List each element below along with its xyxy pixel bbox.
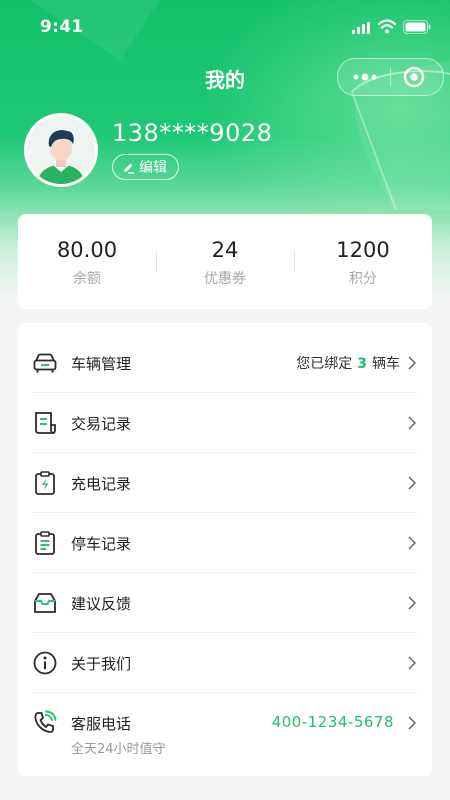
- menu-item-feedback[interactable]: 建议反馈: [18, 573, 432, 633]
- chevron-right-icon: [408, 356, 416, 370]
- menu-item-vehicles[interactable]: 车辆管理 您已绑定 3 辆车: [18, 333, 432, 393]
- stat-value: 1200: [336, 238, 390, 262]
- mini-program-capsule: [337, 58, 444, 96]
- chevron-right-icon: [408, 416, 416, 430]
- stats-card: 80.00 余额 24 优惠券 1200 积分: [18, 214, 432, 309]
- info-icon: [33, 651, 57, 675]
- stat-label: 积分: [349, 271, 377, 287]
- stat-coupons[interactable]: 24 优惠券: [156, 214, 294, 309]
- edit-profile-button[interactable]: 编辑: [112, 154, 179, 180]
- menu-card: 车辆管理 您已绑定 3 辆车 交易记录 充电记录 停车记录 建议反馈 关于我们 …: [18, 323, 432, 776]
- chevron-right-icon: [408, 596, 416, 610]
- stat-value: 24: [211, 238, 239, 262]
- receipt-icon: [35, 412, 56, 434]
- service-phone-number[interactable]: 400-1234-5678: [272, 713, 394, 731]
- chevron-right-icon: [408, 656, 416, 670]
- status-time: 9:41: [40, 17, 84, 37]
- service-hours: 全天24小时值守: [71, 742, 166, 757]
- more-dots-icon[interactable]: [352, 71, 378, 83]
- vehicle-count: 3: [357, 356, 367, 372]
- vehicle-count-hint: 您已绑定 3 辆车: [296, 356, 400, 372]
- menu-label: 充电记录: [71, 475, 132, 493]
- stat-points[interactable]: 1200 积分: [294, 214, 432, 309]
- battery-icon: [403, 20, 431, 34]
- menu-item-service[interactable]: 客服电话 400-1234-5678 全天24小时值守: [18, 693, 432, 773]
- menu-item-charging[interactable]: 充电记录: [18, 453, 432, 513]
- stat-balance[interactable]: 80.00 余额: [18, 214, 156, 309]
- chevron-right-icon: [408, 476, 416, 490]
- status-bar: 9:41: [0, 0, 450, 56]
- pencil-icon: [124, 163, 134, 174]
- menu-label: 建议反馈: [71, 595, 132, 613]
- menu-label: 车辆管理: [71, 355, 132, 373]
- target-icon[interactable]: [403, 66, 425, 88]
- signal-icon: [352, 22, 370, 34]
- menu-item-parking[interactable]: 停车记录: [18, 513, 432, 573]
- chevron-right-icon: [408, 716, 416, 730]
- edit-label: 编辑: [139, 160, 167, 176]
- wifi-icon: [378, 19, 396, 34]
- chevron-right-icon: [408, 536, 416, 550]
- menu-label: 停车记录: [71, 535, 132, 553]
- menu-label: 客服电话: [71, 715, 132, 733]
- stat-label: 余额: [73, 271, 101, 287]
- mail-tray-icon: [34, 593, 56, 613]
- car-icon: [33, 353, 57, 373]
- avatar[interactable]: [24, 113, 98, 187]
- menu-item-about[interactable]: 关于我们: [18, 633, 432, 693]
- stat-label: 优惠券: [204, 271, 246, 287]
- parking-clipboard-icon: [35, 531, 55, 555]
- stat-value: 80.00: [56, 238, 118, 262]
- phone-icon: [34, 710, 57, 733]
- user-phone: 138****9028: [112, 119, 273, 147]
- menu-label: 关于我们: [71, 655, 132, 673]
- menu-item-transactions[interactable]: 交易记录: [18, 393, 432, 453]
- charge-clipboard-icon: [35, 471, 55, 495]
- menu-label: 交易记录: [71, 415, 132, 433]
